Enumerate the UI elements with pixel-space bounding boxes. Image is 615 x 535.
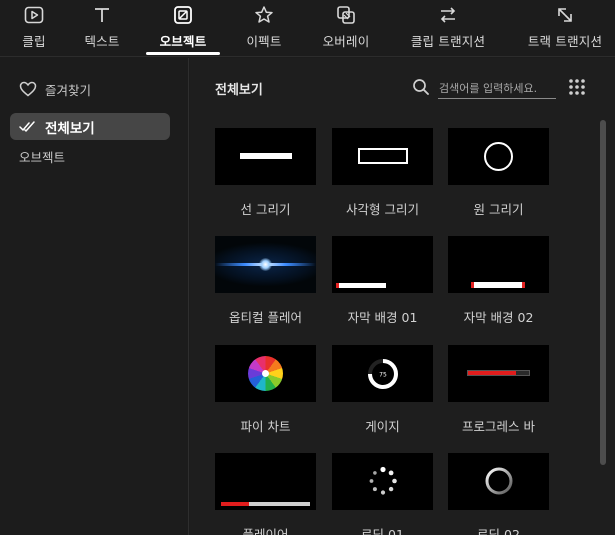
- tab-object[interactable]: 오브젝트: [146, 0, 220, 57]
- active-tab-indicator: [146, 52, 220, 55]
- item-card[interactable]: 파이 차트: [215, 345, 316, 435]
- tab-effect[interactable]: 이펙트: [242, 0, 286, 57]
- content-panel: 전체보기 선 그리기 사각형 그리기 원 그리기 옵티컬 플레어: [190, 58, 615, 535]
- scrollbar[interactable]: [600, 120, 606, 465]
- tab-label: 클립: [22, 34, 46, 49]
- tab-overlay[interactable]: 오버레이: [318, 0, 374, 57]
- tab-label: 트랙 트랜지션: [527, 34, 603, 49]
- thumbnail-player: [215, 453, 316, 510]
- sidebar-item-label: 즐겨찾기: [45, 82, 92, 98]
- top-tab-bar: 클립 텍스트 오브젝트 이펙트 오버레이 클립 트랜지션 트랙 트랜지션: [0, 0, 615, 57]
- tab-clip-transition[interactable]: 클립 트랜지션: [404, 0, 492, 57]
- item-label: 파이 차트: [240, 419, 291, 434]
- object-icon: [172, 4, 194, 26]
- item-card[interactable]: 자막 배경 01: [332, 236, 433, 326]
- item-label: 프로그레스 바: [462, 419, 535, 434]
- tab-track-transition[interactable]: 트랙 트랜지션: [521, 0, 609, 57]
- thumbnail-loading-02: [448, 453, 549, 510]
- effect-star-icon: [253, 4, 275, 26]
- thumbnail-optical-flare: [215, 236, 316, 293]
- item-label: 옵티컬 플레어: [229, 310, 302, 325]
- gauge-value: 75: [379, 372, 387, 379]
- item-label: 로딩 01: [361, 527, 404, 535]
- item-card[interactable]: 프로그레스 바: [448, 345, 549, 435]
- item-card[interactable]: 자막 배경 02: [448, 236, 549, 326]
- thumbnail-subtitle-bg-02: [448, 236, 549, 293]
- category-sidebar: 즐겨찾기 전체보기 오브젝트: [0, 58, 189, 535]
- search-input[interactable]: [438, 78, 556, 99]
- tab-text[interactable]: 텍스트: [78, 0, 126, 57]
- item-card[interactable]: 75 게이지: [332, 345, 433, 435]
- thumbnail-progress-bar: [448, 345, 549, 402]
- item-card[interactable]: 선 그리기: [215, 128, 316, 218]
- item-card[interactable]: 로딩 02: [448, 453, 549, 535]
- thumbnail-subtitle-bg-01: [332, 236, 433, 293]
- item-label: 선 그리기: [240, 202, 291, 217]
- item-label: 원 그리기: [473, 202, 524, 217]
- tab-clip[interactable]: 클립: [15, 0, 53, 57]
- item-label: 로딩 02: [477, 527, 520, 535]
- thumbnail-circle: [448, 128, 549, 185]
- item-card[interactable]: 원 그리기: [448, 128, 549, 218]
- thumbnail-gauge: 75: [332, 345, 433, 402]
- clip-play-icon: [23, 4, 45, 26]
- item-card[interactable]: 로딩 01: [332, 453, 433, 535]
- double-check-icon: [19, 120, 35, 132]
- item-label: 플레이어: [242, 527, 289, 535]
- item-label: 자막 배경 01: [347, 310, 418, 325]
- item-label: 사각형 그리기: [346, 202, 419, 217]
- sidebar-item-label: 전체보기: [45, 120, 95, 137]
- tab-label: 클립 트랜지션: [410, 34, 486, 49]
- heart-icon: [19, 81, 37, 97]
- text-t-icon: [91, 4, 113, 26]
- item-card[interactable]: 플레이어: [215, 453, 316, 535]
- search-icon[interactable]: [412, 78, 430, 96]
- sidebar-item-object[interactable]: 오브젝트: [19, 147, 65, 166]
- tab-label: 오버레이: [322, 34, 370, 49]
- sidebar-item-favorites[interactable]: 즐겨찾기: [19, 78, 91, 100]
- item-card[interactable]: 옵티컬 플레어: [215, 236, 316, 326]
- thumbnail-line: [215, 128, 316, 185]
- overlay-icon: [335, 4, 357, 26]
- tab-label: 이펙트: [246, 34, 282, 49]
- item-label: 자막 배경 02: [463, 310, 534, 325]
- sidebar-item-all[interactable]: 전체보기: [10, 113, 170, 140]
- grid-view-icon[interactable]: [568, 78, 586, 96]
- track-transition-icon: [554, 4, 576, 26]
- thumbnail-rectangle: [332, 128, 433, 185]
- page-title: 전체보기: [215, 83, 263, 98]
- thumbnail-loading-01: [332, 453, 433, 510]
- item-label: 게이지: [365, 419, 400, 434]
- clip-transition-icon: [437, 4, 459, 26]
- thumbnail-pie-chart: [215, 345, 316, 402]
- item-card[interactable]: 사각형 그리기: [332, 128, 433, 218]
- tab-label: 오브젝트: [159, 34, 207, 49]
- tab-label: 텍스트: [84, 34, 120, 49]
